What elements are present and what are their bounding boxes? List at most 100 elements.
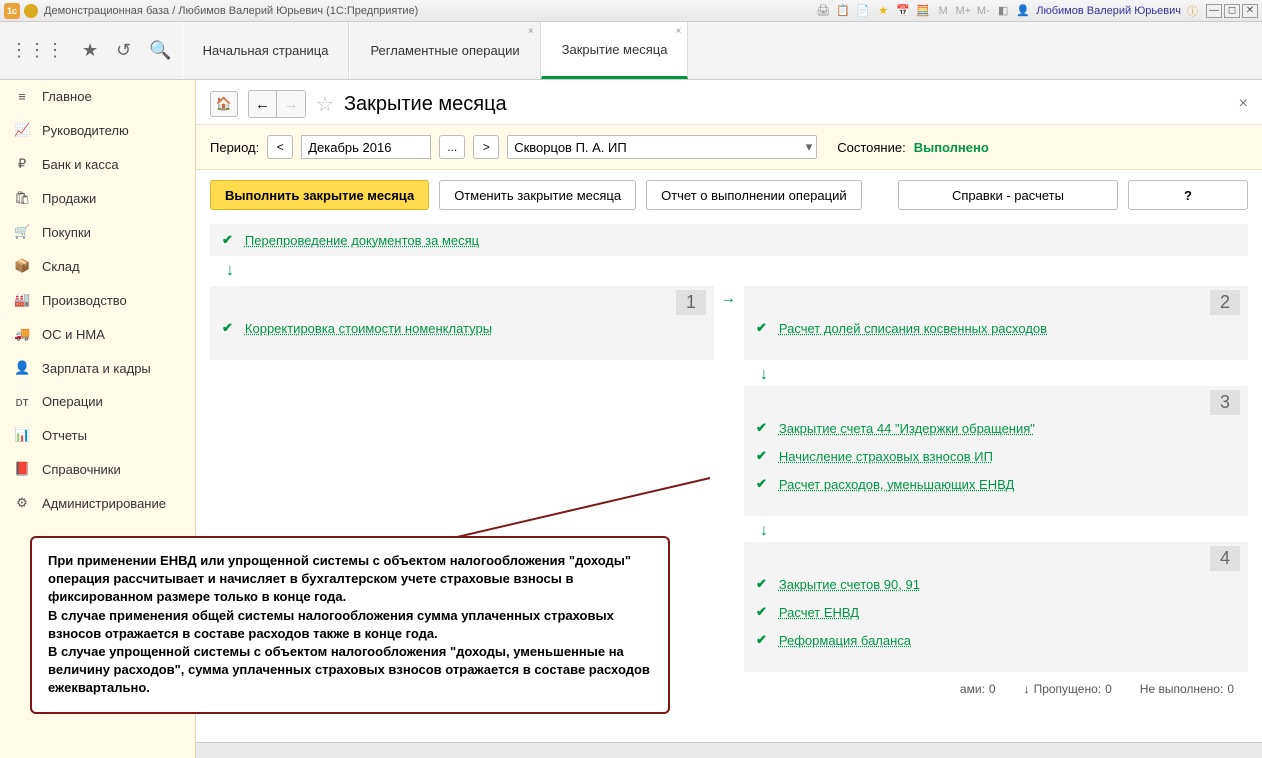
period-input[interactable]: Декабрь 2016	[301, 135, 431, 159]
close-button[interactable]: ✕	[1242, 4, 1258, 18]
app-logo-icon: 1c	[4, 3, 20, 19]
stage-box: 4 ✔Закрытие счетов 90, 91 ✔Расчет ЕНВД ✔…	[744, 542, 1248, 672]
tab-month-close[interactable]: Закрытие месяца×	[541, 22, 689, 79]
gear-icon: ⚙	[14, 495, 30, 511]
operation-link[interactable]: Расчет долей списания косвенных расходов	[779, 321, 1047, 336]
sidebar-item[interactable]: 👤Зарплата и кадры	[0, 351, 195, 385]
stage-number: 4	[1210, 546, 1240, 571]
operation-link[interactable]: Расчет ЕНВД	[779, 605, 859, 620]
document-tabs: Начальная страница Регламентные операции…	[182, 22, 689, 79]
close-icon[interactable]: ×	[528, 26, 534, 37]
sidebar-item[interactable]: 🛍Продажи	[0, 181, 195, 215]
menu-icon: ≡	[14, 89, 30, 104]
operation-row: ✔ Перепроведение документов за месяц	[210, 224, 1248, 256]
arrow-down-icon: ↓	[744, 364, 1248, 386]
app-menu-icon[interactable]	[24, 4, 38, 18]
check-icon: ✔	[756, 576, 767, 592]
help-button[interactable]: ?	[1128, 180, 1248, 210]
arrow-down-icon: ↓	[210, 260, 1248, 282]
horizontal-scrollbar[interactable]	[196, 742, 1262, 758]
top-tabs-row: ⋮⋮⋮ ★ ↺ 🔍 Начальная страница Регламентны…	[0, 22, 1262, 80]
operation-link[interactable]: Реформация баланса	[779, 633, 911, 648]
forward-button[interactable]: →	[277, 91, 305, 117]
sidebar-item[interactable]: 🚚ОС и НМА	[0, 317, 195, 351]
titlebar-tools: 🖨 📋 📄 ★ 📅 🧮 M M+ M- ◧ 👤	[816, 4, 1030, 18]
callout-text: При применении ЕНВД или упрощенной систе…	[48, 552, 652, 698]
tool-icon[interactable]: 🖨	[816, 4, 830, 18]
minimize-button[interactable]: —	[1206, 4, 1222, 18]
maximize-button[interactable]: ◻	[1224, 4, 1240, 18]
report-button[interactable]: Отчет о выполнении операций	[646, 180, 862, 210]
current-user[interactable]: Любимов Валерий Юрьевич	[1036, 5, 1181, 17]
operation-link[interactable]: Расчет расходов, уменьшающих ЕНВД	[779, 477, 1014, 492]
operation-link[interactable]: Закрытие счета 44 "Издержки обращения"	[779, 421, 1035, 436]
check-icon: ✔	[756, 320, 767, 336]
help-callout: При применении ЕНВД или упрощенной систе…	[30, 536, 670, 714]
check-icon: ✔	[756, 448, 767, 464]
tab-operations[interactable]: Регламентные операции×	[349, 22, 540, 79]
m-icon[interactable]: M	[936, 4, 950, 18]
state-label: Состояние:	[837, 140, 905, 155]
truck-icon: 🚚	[14, 326, 30, 342]
tool-icon[interactable]: 📄	[856, 4, 870, 18]
m-plus-icon[interactable]: M+	[956, 4, 970, 18]
sidebar-item[interactable]: ₽Банк и касса	[0, 147, 195, 181]
apps-icon[interactable]: ⋮⋮⋮	[10, 40, 64, 61]
check-icon: ✔	[756, 420, 767, 436]
check-icon: ✔	[756, 632, 767, 648]
favorite-icon[interactable]: ★	[82, 40, 98, 61]
period-prev-button[interactable]: <	[267, 135, 293, 159]
nav-buttons: ← →	[248, 90, 306, 118]
history-icon[interactable]: ↺	[116, 40, 131, 61]
sidebar-item[interactable]: 📊Отчеты	[0, 418, 195, 452]
close-icon[interactable]: ×	[676, 26, 682, 37]
page-title: Закрытие месяца	[344, 93, 507, 116]
refs-button[interactable]: Справки - расчеты	[898, 180, 1118, 210]
period-pick-button[interactable]: ...	[439, 135, 465, 159]
close-page-button[interactable]: ×	[1239, 95, 1248, 113]
operation-link[interactable]: Корректировка стоимости номенклатуры	[245, 321, 492, 336]
tool-icon[interactable]: 📋	[836, 4, 850, 18]
sidebar-item[interactable]: 🏭Производство	[0, 283, 195, 317]
period-next-button[interactable]: >	[473, 135, 499, 159]
back-button[interactable]: ←	[249, 91, 277, 117]
user-icon: 👤	[1016, 4, 1030, 18]
sidebar-item[interactable]: ⚙Администрирование	[0, 486, 195, 520]
m-minus-icon[interactable]: M-	[976, 4, 990, 18]
operation-link[interactable]: Закрытие счетов 90, 91	[779, 577, 920, 592]
cancel-button[interactable]: Отменить закрытие месяца	[439, 180, 636, 210]
sidebar-item[interactable]: 📈Руководителю	[0, 113, 195, 147]
check-icon: ✔	[756, 476, 767, 492]
run-button[interactable]: Выполнить закрытие месяца	[210, 180, 429, 210]
sidebar-item[interactable]: 🛒Покупки	[0, 215, 195, 249]
home-button[interactable]: 🏠	[210, 91, 238, 117]
state-value: Выполнено	[914, 140, 989, 155]
arrow-right-icon: →	[720, 290, 736, 308]
tab-home[interactable]: Начальная страница	[182, 22, 350, 79]
sidebar-item[interactable]: ≡Главное	[0, 80, 195, 113]
sidebar-item[interactable]: 📦Склад	[0, 249, 195, 283]
panel-icon[interactable]: ◧	[996, 4, 1010, 18]
calendar-icon[interactable]: 📅	[896, 4, 910, 18]
info-icon[interactable]: ⓘ	[1187, 3, 1198, 19]
stage-number: 3	[1210, 390, 1240, 415]
search-icon[interactable]: 🔍	[149, 40, 171, 61]
window-title: Демонстрационная база / Любимов Валерий …	[44, 5, 816, 17]
sidebar-item[interactable]: ᴅᴛОперации	[0, 385, 195, 418]
favorite-toggle[interactable]: ☆	[316, 92, 334, 117]
person-icon: 👤	[14, 360, 30, 376]
stage-box: 3 ✔ Закрытие счета 44 "Издержки обращения…	[744, 386, 1248, 516]
arrow-down-icon: ↓	[744, 520, 1248, 542]
chart-icon: 📈	[14, 122, 30, 138]
check-icon: ✔	[222, 232, 233, 248]
operation-link[interactable]: Начисление страховых взносов ИП	[779, 449, 993, 464]
content-header: 🏠 ← → ☆ Закрытие месяца ×	[196, 80, 1262, 125]
org-select[interactable]: Скворцов П. А. ИП▾	[507, 135, 817, 159]
operation-link[interactable]: Перепроведение документов за месяц	[245, 233, 479, 248]
toolbar-icons: ⋮⋮⋮ ★ ↺ 🔍	[0, 22, 182, 79]
calc-icon[interactable]: 🧮	[916, 4, 930, 18]
star-icon[interactable]: ★	[876, 4, 890, 18]
ops-icon: ᴅᴛ	[14, 394, 30, 409]
sidebar-item[interactable]: 📕Справочники	[0, 452, 195, 486]
chevron-down-icon: ▾	[806, 139, 813, 155]
